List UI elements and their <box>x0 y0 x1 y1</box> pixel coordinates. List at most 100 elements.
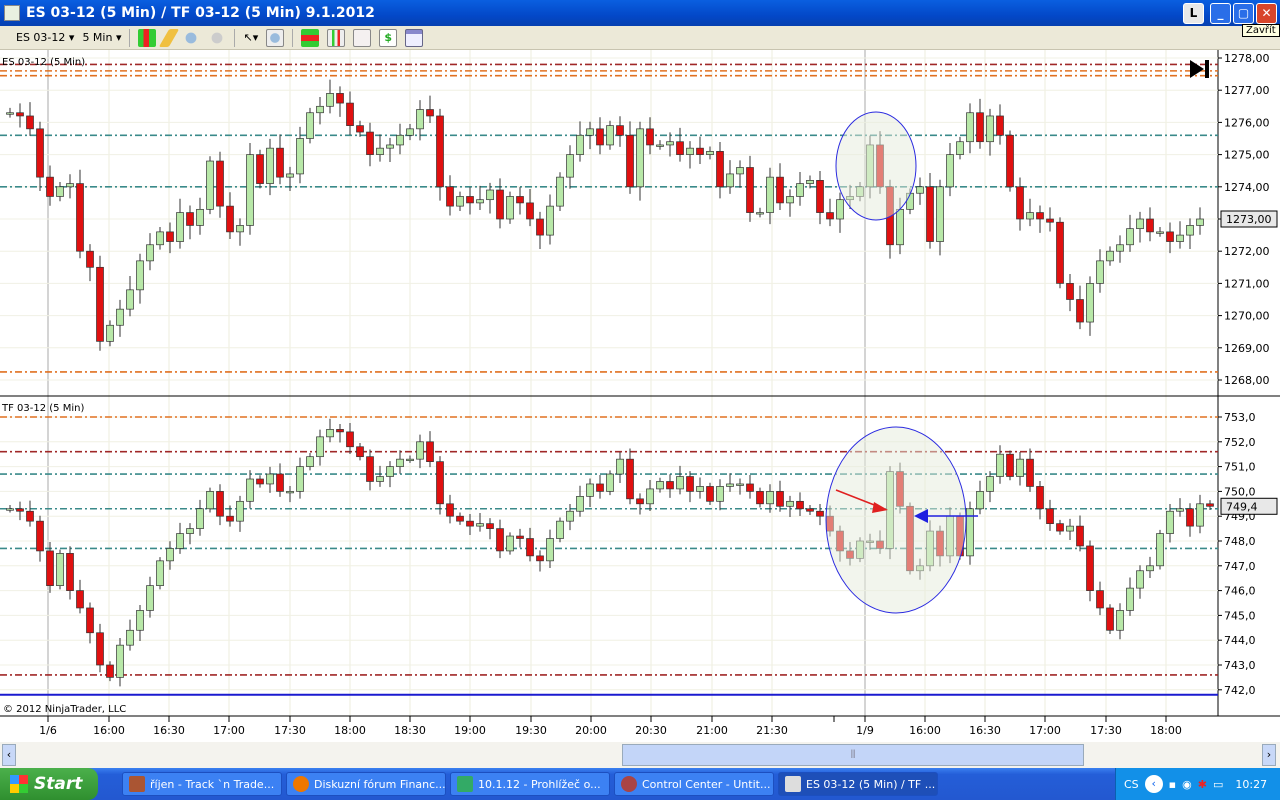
candle <box>636 121 644 201</box>
instrument-select[interactable]: ES 03-12 ▾ <box>16 31 74 44</box>
candle-body-up <box>766 176 774 213</box>
candle <box>436 456 444 515</box>
properties-icon[interactable] <box>405 28 424 47</box>
task-firefox[interactable]: Diskuzní fórum Financ... <box>286 772 446 796</box>
scroll-right-button[interactable]: › <box>1262 744 1276 766</box>
network-icon[interactable]: ▪ <box>1169 778 1176 791</box>
candle <box>1166 222 1174 254</box>
zoom-out-icon[interactable] <box>208 28 227 47</box>
candle-body-up <box>266 147 274 184</box>
chart-area[interactable]: 1278,00 1277,00 1276,00 1275,00 1274,00 1273,… <box>0 50 1280 742</box>
candle-body-up <box>806 180 814 184</box>
candle <box>306 452 314 471</box>
pointer-icon[interactable]: ↖▾ <box>243 31 258 44</box>
candle <box>476 185 484 210</box>
bar-chart-icon[interactable] <box>327 28 346 47</box>
interval-select[interactable]: 5 Min ▾ <box>82 31 121 44</box>
candle <box>326 79 334 114</box>
candle-body-up <box>136 260 144 291</box>
panel-label: ES 03-12 (5 Min) <box>2 57 85 68</box>
tray-expand-icon[interactable]: ‹ <box>1144 775 1163 793</box>
candle-body-up <box>956 141 964 155</box>
candle-body-down <box>1056 523 1064 532</box>
candle <box>456 512 464 525</box>
candle-body-up <box>296 466 304 492</box>
task-label: 10.1.12 - Prohlížeč o... <box>478 777 601 791</box>
candle <box>1116 235 1124 263</box>
magnify-icon[interactable] <box>266 28 285 47</box>
language-indicator[interactable]: CS <box>1124 778 1139 791</box>
candle-body-up <box>706 151 714 155</box>
time-tick-label: 17:00 <box>1029 724 1061 737</box>
task-control-center[interactable]: Control Center - Untit... <box>614 772 774 796</box>
indicators-icon[interactable] <box>301 28 320 47</box>
candle-body-up <box>726 173 734 188</box>
candle <box>736 160 744 188</box>
strategies-icon[interactable] <box>353 28 372 47</box>
candle-body-up <box>1096 260 1104 284</box>
start-button[interactable]: Start <box>0 768 98 800</box>
candle <box>236 218 244 246</box>
candle-body-down <box>1106 607 1114 631</box>
candle-body-up <box>406 458 414 462</box>
candle-body-up <box>1136 570 1144 589</box>
candle-body-down <box>1146 218 1154 233</box>
volume-icon[interactable]: ◉ <box>1182 778 1192 791</box>
candle <box>966 501 974 565</box>
candle <box>776 480 784 512</box>
candle <box>466 187 474 215</box>
candle-body-down <box>816 180 824 213</box>
chart-style-icon[interactable] <box>138 28 157 47</box>
candle <box>1146 556 1154 578</box>
candle-body-up <box>566 510 574 522</box>
horizontal-scrollbar[interactable]: ‹ ⦀ › <box>0 742 1280 768</box>
candle-body-up <box>66 183 74 188</box>
dollar-icon[interactable]: $ <box>379 28 398 47</box>
candle-body-up <box>326 429 334 438</box>
candle <box>1016 451 1024 486</box>
candle-body-down <box>496 189 504 220</box>
scroll-thumb[interactable]: ⦀ <box>622 744 1084 766</box>
power-icon[interactable]: ▭ <box>1213 778 1223 791</box>
candle <box>336 86 344 117</box>
scroll-left-button[interactable]: ‹ <box>2 744 16 766</box>
task-label: říjen - Track `n Trade... <box>150 777 275 791</box>
zoom-in-icon[interactable] <box>182 28 201 47</box>
current-price-label: 749,4 <box>1226 500 1258 513</box>
time-tick-label: 18:30 <box>394 724 426 737</box>
maximize-button[interactable]: ▢ <box>1233 3 1254 24</box>
candle-body-up <box>196 208 204 226</box>
candle <box>216 151 224 218</box>
candle <box>1096 249 1104 293</box>
candle-body-up <box>286 491 294 494</box>
candle-body-down <box>46 176 54 197</box>
candle-body-down <box>226 515 234 522</box>
candle-body-up <box>986 115 994 143</box>
candle <box>36 121 44 191</box>
candle <box>1186 218 1194 249</box>
task-image-viewer[interactable]: 10.1.12 - Prohlížeč o... <box>450 772 610 796</box>
bluetooth-icon[interactable]: ✱ <box>1198 778 1207 791</box>
candle <box>26 500 34 527</box>
pencil-draw-icon[interactable] <box>159 28 180 47</box>
candle <box>446 175 454 216</box>
price-tick-label: 1269,00 <box>1224 342 1270 355</box>
task-chart[interactable]: ES 03-12 (5 Min) / TF ... <box>778 772 938 796</box>
candle <box>816 171 824 225</box>
candle-body-down <box>26 510 34 522</box>
price-tick-label: 753,0 <box>1224 411 1256 424</box>
time-tick-label: 17:30 <box>274 724 306 737</box>
minimize-button[interactable]: _ <box>1210 3 1231 24</box>
task-track-n-trade[interactable]: říjen - Track `n Trade... <box>122 772 282 796</box>
link-button[interactable]: L <box>1183 3 1204 24</box>
candle-body-up <box>1026 212 1034 220</box>
taskbar: Start říjen - Track `n Trade... Diskuzní… <box>0 768 1280 800</box>
candle-body-down <box>356 446 364 458</box>
candle-body-down <box>1076 525 1084 547</box>
candle <box>176 198 184 249</box>
candle <box>396 123 404 155</box>
close-button[interactable]: ✕ <box>1256 3 1277 24</box>
candle-body-down <box>1096 590 1104 609</box>
toolbar-divider <box>129 28 131 47</box>
candle <box>716 142 724 199</box>
